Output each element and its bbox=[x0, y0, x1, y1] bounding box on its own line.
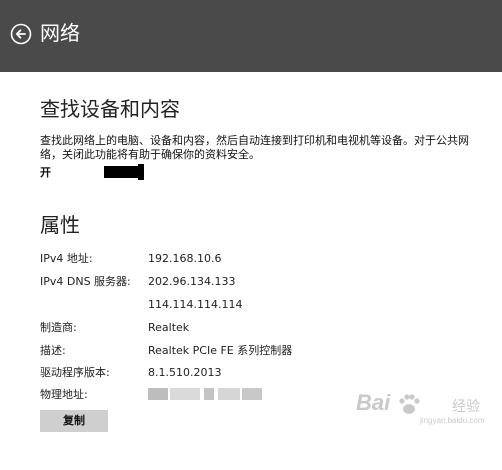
watermark-suffix: 经验 bbox=[452, 399, 480, 415]
discovery-toggle-label: 开 bbox=[40, 166, 51, 179]
manufacturer-label: 制造商: bbox=[40, 321, 77, 334]
description-value: Realtek PCIe FE 系列控制器 bbox=[148, 344, 293, 357]
driver-version-value: 8.1.510.2013 bbox=[148, 366, 222, 379]
driver-version-label: 驱动程序版本: bbox=[40, 366, 110, 379]
watermark-url: jingyan.baidu.com bbox=[420, 416, 485, 425]
manufacturer-value: Realtek bbox=[148, 321, 190, 334]
back-button[interactable] bbox=[10, 23, 32, 45]
ipv4-dns-label: IPv4 DNS 服务器: bbox=[40, 275, 131, 288]
discovery-toggle[interactable] bbox=[104, 164, 144, 180]
paw-icon bbox=[399, 394, 420, 414]
watermark-brand: Bai bbox=[356, 390, 391, 415]
header-bar: 网络 bbox=[0, 0, 502, 72]
physical-address-label: 物理地址: bbox=[40, 388, 88, 401]
properties-section-title: 属性 bbox=[40, 213, 80, 237]
ipv4-address-label: IPv4 地址: bbox=[40, 252, 93, 265]
page-title: 网络 bbox=[40, 21, 80, 45]
copy-button[interactable]: 复制 bbox=[40, 410, 108, 432]
toggle-thumb bbox=[138, 164, 144, 180]
back-arrow-circle-icon bbox=[10, 23, 32, 45]
description-label: 描述: bbox=[40, 344, 66, 357]
network-settings-page: 网络 查找设备和内容 查找此网络上的电脑、设备和内容，然后自动连接到打印机和电视… bbox=[0, 0, 502, 470]
discovery-description: 查找此网络上的电脑、设备和内容，然后自动连接到打印机和电视机等设备。对于公共网络… bbox=[40, 134, 469, 161]
discovery-section-title: 查找设备和内容 bbox=[40, 97, 180, 121]
ipv4-dns-value-1: 202.96.134.133 bbox=[148, 275, 236, 288]
baidu-jingyan-watermark: Bai 经验 jingyan.baidu.com bbox=[356, 386, 496, 430]
ipv4-address-value: 192.168.10.6 bbox=[148, 252, 222, 265]
ipv4-dns-value-2: 114.114.114.114 bbox=[148, 298, 243, 311]
physical-address-redacted bbox=[148, 388, 262, 400]
